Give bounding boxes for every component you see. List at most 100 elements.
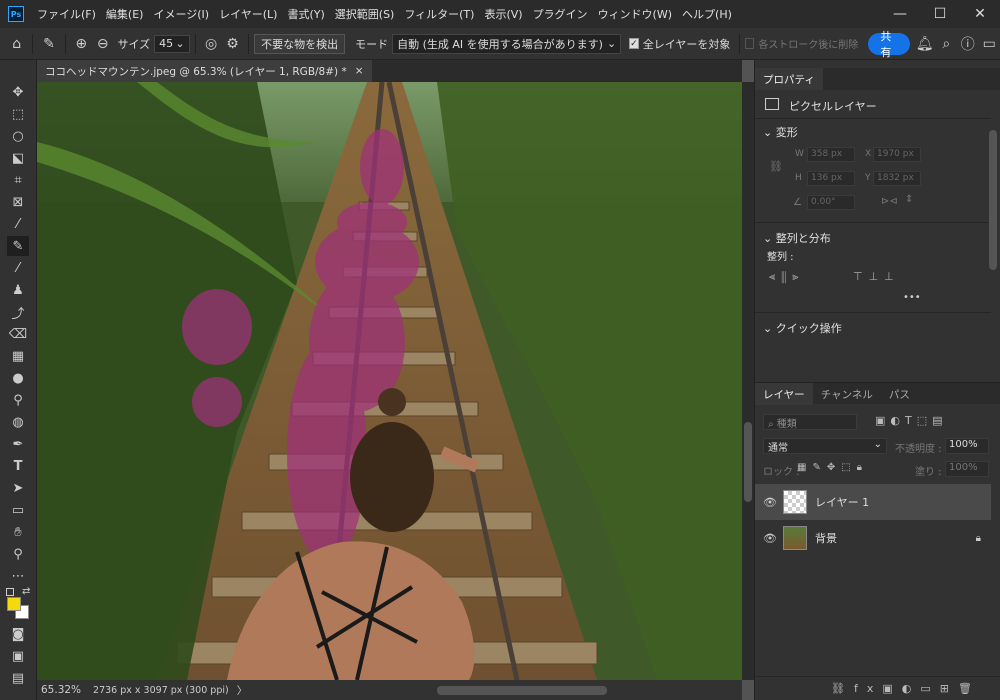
move-tool-icon[interactable]: ✥ (7, 82, 29, 102)
brush-tool-icon[interactable]: ⁄ (7, 258, 29, 278)
gradient-tool-icon[interactable]: ▦ (7, 346, 29, 366)
subtract-stroke-icon[interactable]: ⊖ (94, 33, 111, 55)
visibility-eye-icon[interactable]: 👁︎ (763, 496, 777, 509)
blend-mode-select[interactable]: 通常 ⌄ (763, 438, 887, 454)
tools-panel: ✥ ⬚ ○ ⬕ ⌗ ⊠ ⁄ ✎ ⁄ ♟ ⤴ ⌫ ▦ ● ⚲ ◍ ✒ T ➤ ▭ … (0, 60, 37, 700)
x-field[interactable]: 1970 px (873, 147, 921, 162)
foreground-color-swatch[interactable] (7, 597, 21, 611)
mode-select[interactable]: 自動 (生成 AI を使用する場合があります) ⌄ (392, 33, 622, 54)
sponge-tool-icon[interactable]: ◍ (7, 412, 29, 432)
object-select-tool-icon[interactable]: ⬕ (7, 148, 29, 168)
scroll-thumb[interactable] (744, 422, 752, 502)
quick-actions-header[interactable]: ⌄ クイック操作 (763, 320, 999, 336)
dodge-tool-icon[interactable]: ⚲ (7, 390, 29, 410)
menu-type[interactable]: 書式(Y) (282, 6, 329, 22)
tab-paths[interactable]: パス (881, 383, 918, 405)
zoom-tool-icon[interactable]: ⚲ (7, 544, 29, 564)
swap-colors-icon[interactable]: ⇄ (22, 586, 30, 597)
lasso-tool-icon[interactable]: ○ (7, 126, 29, 146)
align-section-header[interactable]: ⌄ 整列と分布 (763, 230, 999, 246)
hand-tool-icon[interactable]: ✋︎ (7, 522, 29, 542)
menu-layer[interactable]: レイヤー(L) (214, 6, 282, 22)
layer-row-layer1[interactable]: 👁︎ レイヤー 1 (755, 484, 991, 520)
flip-horizontal-icon[interactable]: ⊳⊲ (881, 196, 898, 207)
menu-view[interactable]: 表示(V) (479, 6, 527, 22)
history-brush-icon[interactable]: ⤴ (7, 302, 29, 322)
tab-channels[interactable]: チャンネル (813, 383, 881, 405)
delete-after-stroke-checkbox[interactable] (745, 38, 755, 49)
pressure-size-icon[interactable]: ◎ (202, 33, 219, 55)
tab-layers[interactable]: レイヤー (755, 383, 813, 405)
menu-image[interactable]: イメージ(I) (148, 6, 214, 22)
horizontal-scrollbar[interactable] (437, 685, 608, 695)
size-field[interactable]: 45 ⌄ (154, 34, 190, 53)
add-stroke-icon[interactable]: ⊕ (73, 33, 90, 55)
menu-select[interactable]: 選択範囲(S) (330, 6, 400, 22)
share-button[interactable]: 共有 (868, 30, 910, 59)
status-menu-icon[interactable]: 〉 (237, 683, 248, 698)
blur-tool-icon[interactable]: ● (7, 368, 29, 388)
menu-help[interactable]: ヘルプ(H) (677, 6, 737, 22)
properties-scrollbar[interactable] (989, 130, 997, 270)
angle-field[interactable]: 0.00° (807, 195, 855, 210)
menu-file[interactable]: ファイル(F) (32, 6, 101, 22)
stamp-tool-icon[interactable]: ♟ (7, 280, 29, 300)
type-tool-icon[interactable]: T (7, 456, 29, 476)
link-icon[interactable]: ⛓ (769, 160, 783, 173)
crop-tool-icon[interactable]: ⌗ (7, 170, 29, 190)
maximize-button[interactable]: ☐ (920, 0, 960, 28)
remove-tool-preset-icon[interactable]: ✎ (40, 33, 57, 55)
height-field[interactable]: 136 px (807, 171, 855, 186)
align-horizontal-icons[interactable]: ⫷⫼⫸ (769, 270, 804, 284)
pen-tool-icon[interactable]: ✒ (7, 434, 29, 454)
all-layers-checkbox[interactable]: ✓ (629, 38, 639, 49)
path-select-tool-icon[interactable]: ➤ (7, 478, 29, 498)
zoom-level[interactable]: 65.32% (41, 684, 81, 696)
search-icon[interactable]: ⌕ (938, 33, 955, 55)
more-tools-icon[interactable]: ⋯ (7, 566, 29, 586)
edit-toolbar-icon[interactable]: ▤ (7, 668, 29, 688)
image-canvas[interactable] (37, 82, 742, 680)
menu-plugins[interactable]: プラグイン (528, 6, 593, 22)
rectangle-tool-icon[interactable]: ▭ (7, 500, 29, 520)
find-distractions-button[interactable]: 不要な物を検出 (254, 33, 346, 54)
more-options-icon[interactable]: ••• (903, 292, 921, 303)
size-label: サイズ (117, 37, 151, 51)
quick-mask-icon[interactable]: ◙ (7, 624, 29, 644)
close-tab-icon[interactable]: × (355, 65, 364, 77)
layer-row-background[interactable]: 👁︎ 背景 🔒︎ (755, 520, 991, 556)
layer-filter-icons[interactable]: ▣◐T⬚▤ (875, 414, 948, 427)
y-field[interactable]: 1832 px (873, 171, 921, 186)
layer-action-icons[interactable]: ⛓fx▣◐▭⊞🗑︎ (831, 682, 981, 695)
help-icon[interactable]: ⓘ (959, 33, 976, 55)
visibility-eye-icon[interactable]: 👁︎ (763, 532, 777, 545)
vertical-scrollbar[interactable] (742, 82, 754, 680)
default-colors-icon[interactable] (6, 588, 14, 596)
close-window-button[interactable]: ✕ (960, 0, 1000, 28)
opacity-field[interactable]: 100% (945, 438, 989, 454)
home-icon[interactable]: ⌂ (8, 33, 25, 55)
transform-section-header[interactable]: ⌄ 変形 (763, 124, 999, 140)
document-tab[interactable]: ココヘッドマウンテン.jpeg @ 65.3% (レイヤー 1, RGB/8#)… (37, 60, 372, 82)
tab-properties[interactable]: プロパティ (755, 68, 823, 90)
bell-icon[interactable]: 🔔︎ (916, 33, 934, 55)
flip-vertical-icon[interactable]: ⇕ (905, 194, 913, 205)
remove-tool-icon[interactable]: ✎ (7, 236, 29, 256)
eraser-tool-icon[interactable]: ⌫ (7, 324, 29, 344)
fill-field[interactable]: 100% (945, 461, 989, 477)
lock-icons[interactable]: ▦✎✥⬚🔒︎ (797, 462, 868, 473)
chevron-down-icon: ⌄ (606, 37, 617, 50)
marquee-tool-icon[interactable]: ⬚ (7, 104, 29, 124)
minimize-button[interactable]: — (880, 0, 920, 28)
width-field[interactable]: 358 px (807, 147, 855, 162)
layer-filter-field[interactable]: ⌕ 種類 (763, 414, 857, 430)
eyedropper-tool-icon[interactable]: ⁄ (7, 214, 29, 234)
frame-tool-icon[interactable]: ⊠ (7, 192, 29, 212)
screen-mode-icon[interactable]: ▣ (7, 646, 29, 666)
menu-edit[interactable]: 編集(E) (101, 6, 149, 22)
workspace-icon[interactable]: ▭ (981, 33, 998, 55)
menu-window[interactable]: ウィンドウ(W) (593, 6, 677, 22)
menu-filter[interactable]: フィルター(T) (399, 6, 479, 22)
settings-gear-icon[interactable]: ⚙ (224, 33, 241, 55)
align-vertical-icons[interactable]: ⊤⊥⊥ (853, 270, 900, 283)
